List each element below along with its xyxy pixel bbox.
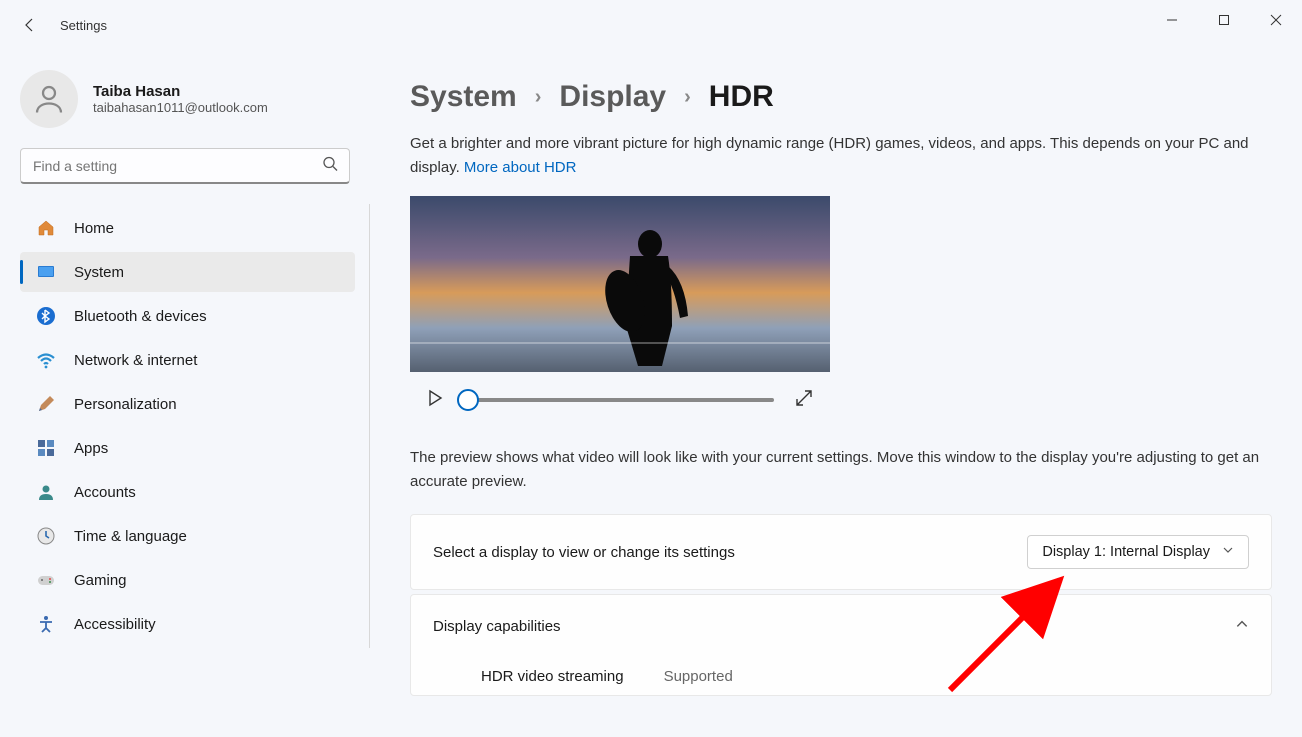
display-select-label: Select a display to view or change its s…: [433, 544, 735, 561]
time-icon: [36, 526, 56, 546]
sidebar-item-label: Personalization: [74, 396, 177, 413]
sidebar-item-label: Home: [74, 220, 114, 237]
sidebar-item-personalization[interactable]: Personalization: [20, 384, 355, 424]
profile-name: Taiba Hasan: [93, 83, 268, 100]
arrow-left-icon: [22, 17, 38, 33]
gaming-icon: [36, 570, 56, 590]
chevron-right-icon: ›: [684, 86, 691, 109]
sidebar-item-label: Time & language: [74, 528, 187, 545]
sidebar-item-gaming[interactable]: Gaming: [20, 560, 355, 600]
accounts-icon: [36, 482, 56, 502]
more-about-hdr-link[interactable]: More about HDR: [464, 159, 577, 176]
profile-block[interactable]: Taiba Hasan taibahasan1011@outlook.com: [20, 70, 370, 148]
preview-note: The preview shows what video will look l…: [410, 446, 1270, 494]
sidebar-item-label: Apps: [74, 440, 108, 457]
fullscreen-button[interactable]: [794, 388, 814, 413]
sidebar-item-label: Gaming: [74, 572, 127, 589]
person-icon: [31, 81, 67, 117]
system-icon: [36, 262, 56, 282]
maximize-button[interactable]: [1198, 0, 1250, 40]
avatar: [20, 70, 78, 128]
back-button[interactable]: [10, 5, 50, 45]
display-capabilities-card: Display capabilities HDR video streaming…: [410, 594, 1272, 696]
search-icon: [322, 156, 338, 177]
sidebar-item-apps[interactable]: Apps: [20, 428, 355, 468]
search-input[interactable]: [20, 148, 350, 184]
video-progress-slider[interactable]: [464, 398, 774, 402]
home-icon: [36, 218, 56, 238]
sidebar-item-label: System: [74, 264, 124, 281]
bluetooth-icon: [36, 306, 56, 326]
display-capabilities-header[interactable]: Display capabilities: [411, 595, 1271, 658]
display-select-dropdown[interactable]: Display 1: Internal Display: [1027, 535, 1249, 569]
minimize-button[interactable]: [1146, 0, 1198, 40]
personalization-icon: [36, 394, 56, 414]
chevron-up-icon: [1235, 617, 1249, 636]
maximize-icon: [1218, 14, 1230, 26]
sidebar-item-bluetooth[interactable]: Bluetooth & devices: [20, 296, 355, 336]
sidebar-item-label: Bluetooth & devices: [74, 308, 207, 325]
accessibility-icon: [36, 614, 56, 634]
sidebar-item-label: Network & internet: [74, 352, 197, 369]
slider-thumb[interactable]: [457, 389, 479, 411]
breadcrumb-system[interactable]: System: [410, 80, 517, 114]
apps-icon: [36, 438, 56, 458]
page-description: Get a brighter and more vibrant picture …: [410, 132, 1270, 180]
sidebar-item-home[interactable]: Home: [20, 208, 355, 248]
minimize-icon: [1166, 14, 1178, 26]
profile-email: taibahasan1011@outlook.com: [93, 100, 268, 115]
video-preview: [410, 196, 830, 428]
preview-image: [410, 196, 830, 372]
network-icon: [36, 350, 56, 370]
display-select-card: Select a display to view or change its s…: [410, 514, 1272, 590]
play-icon: [426, 389, 444, 407]
sidebar-item-accessibility[interactable]: Accessibility: [20, 604, 355, 644]
breadcrumb-display[interactable]: Display: [559, 80, 666, 114]
sidebar-item-label: Accounts: [74, 484, 136, 501]
sidebar-item-accounts[interactable]: Accounts: [20, 472, 355, 512]
play-button[interactable]: [426, 389, 444, 412]
breadcrumb-current: HDR: [709, 80, 774, 114]
sidebar-item-network[interactable]: Network & internet: [20, 340, 355, 380]
capability-row: HDR video streaming Supported: [411, 658, 1271, 695]
sidebar-item-system[interactable]: System: [20, 252, 355, 292]
expand-icon: [794, 388, 814, 408]
chevron-right-icon: ›: [535, 86, 542, 109]
breadcrumb: System › Display › HDR: [410, 80, 1272, 114]
silhouette-icon: [600, 226, 700, 366]
sidebar-item-label: Accessibility: [74, 616, 156, 633]
app-title: Settings: [60, 18, 107, 33]
close-icon: [1270, 14, 1282, 26]
chevron-down-icon: [1222, 544, 1234, 560]
close-button[interactable]: [1250, 0, 1302, 40]
sidebar-item-time[interactable]: Time & language: [20, 516, 355, 556]
